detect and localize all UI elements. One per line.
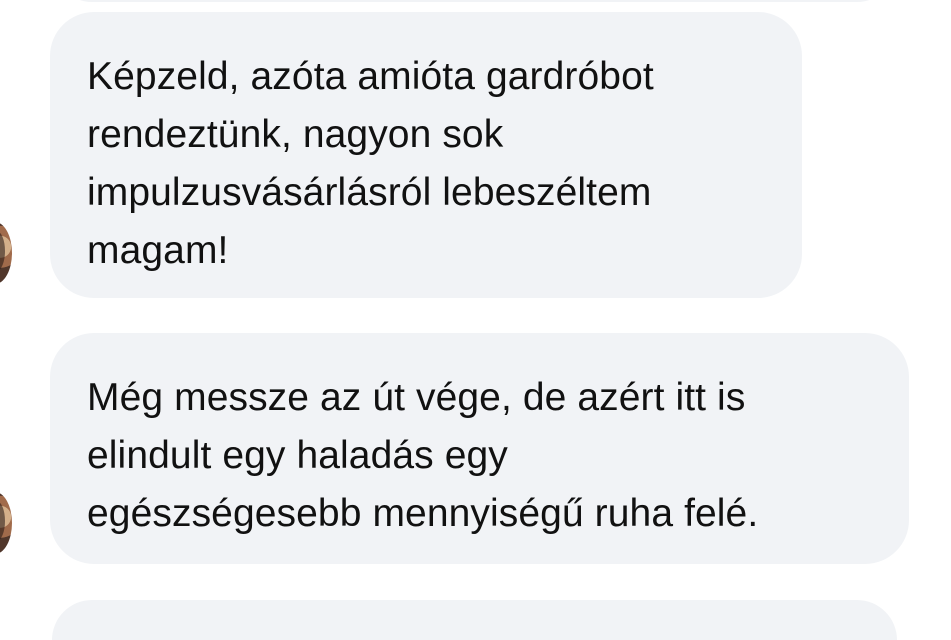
- sender-avatar[interactable]: [0, 492, 12, 554]
- message-text-line: magam!: [87, 229, 229, 272]
- message-text-line: egészségesebb mennyiségű ruha felé.: [87, 492, 759, 535]
- chat-thread: Képzeld, azóta amióta gardróbot rendeztü…: [0, 0, 951, 640]
- message-text-line: Még messze az út vége, de azért itt is: [87, 376, 746, 419]
- next-message-bubble[interactable]: [52, 600, 897, 640]
- previous-message-bubble[interactable]: [52, 0, 897, 2]
- message-text-line: impulzusvásárlásról lebeszéltem: [87, 171, 652, 214]
- message-text-line: elindult egy haladás egy: [87, 434, 508, 477]
- message-text-line: rendeztünk, nagyon sok: [87, 113, 504, 156]
- message-bubble[interactable]: Képzeld, azóta amióta gardróbot rendeztü…: [50, 12, 802, 298]
- message-text-line: Képzeld, azóta amióta gardróbot: [87, 55, 654, 98]
- sender-avatar[interactable]: [0, 222, 12, 284]
- message-bubble[interactable]: Még messze az út vége, de azért itt is e…: [50, 333, 909, 564]
